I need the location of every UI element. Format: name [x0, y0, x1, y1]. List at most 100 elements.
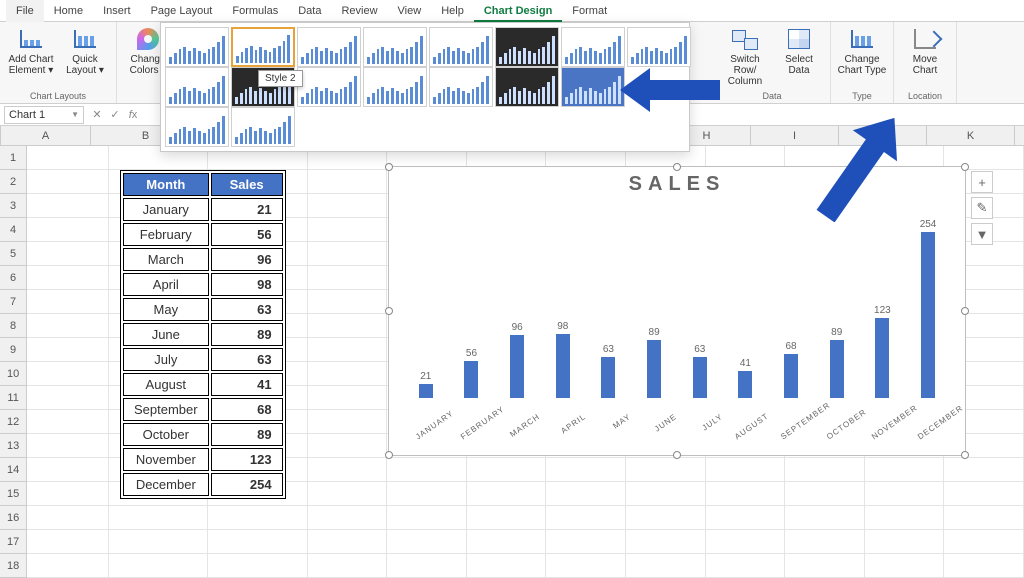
- cell[interactable]: [308, 410, 388, 434]
- cell[interactable]: [308, 290, 388, 314]
- switch-row-column-button[interactable]: Switch Row/ Column: [720, 24, 770, 87]
- name-box[interactable]: Chart 1▼: [4, 106, 84, 124]
- chart-style-thumb-9[interactable]: [165, 67, 229, 107]
- table-row[interactable]: November123: [123, 448, 283, 471]
- cell[interactable]: [308, 242, 388, 266]
- table-row[interactable]: August41: [123, 373, 283, 396]
- cell[interactable]: [27, 266, 108, 290]
- cell[interactable]: [546, 530, 626, 554]
- resize-handle[interactable]: [385, 451, 393, 459]
- cell[interactable]: [467, 530, 547, 554]
- chart-style-thumb-5[interactable]: [429, 27, 493, 67]
- table-row[interactable]: July63: [123, 348, 283, 371]
- column-header-L[interactable]: L: [1015, 126, 1024, 145]
- select-data-button[interactable]: Select Data: [774, 24, 824, 76]
- cell[interactable]: [387, 482, 467, 506]
- chart-bar[interactable]: 56: [452, 348, 490, 398]
- resize-handle[interactable]: [385, 163, 393, 171]
- cell[interactable]: [944, 458, 1024, 482]
- row-header-16[interactable]: 16: [0, 506, 27, 530]
- cell[interactable]: [944, 530, 1024, 554]
- chart-bar[interactable]: 89: [818, 327, 856, 398]
- cell[interactable]: [308, 458, 388, 482]
- cell[interactable]: [546, 482, 626, 506]
- cell[interactable]: [308, 266, 388, 290]
- table-row[interactable]: March96: [123, 248, 283, 271]
- cell[interactable]: [546, 458, 626, 482]
- cell[interactable]: [467, 482, 547, 506]
- table-row[interactable]: September68: [123, 398, 283, 421]
- cell[interactable]: [27, 458, 108, 482]
- row-header-6[interactable]: 6: [0, 266, 27, 290]
- cell[interactable]: [785, 506, 865, 530]
- row-header-7[interactable]: 7: [0, 290, 27, 314]
- chart-bar[interactable]: 21: [407, 371, 445, 398]
- cell[interactable]: [944, 482, 1024, 506]
- row-header-13[interactable]: 13: [0, 434, 27, 458]
- chart-style-thumb-12[interactable]: [363, 67, 427, 107]
- row-header-18[interactable]: 18: [0, 554, 27, 578]
- cell[interactable]: [626, 554, 706, 578]
- cell[interactable]: [626, 530, 706, 554]
- table-row[interactable]: May63: [123, 298, 283, 321]
- cell[interactable]: [865, 506, 945, 530]
- cell[interactable]: [467, 506, 547, 530]
- cell[interactable]: [626, 458, 706, 482]
- cell[interactable]: [706, 506, 786, 530]
- row-header-8[interactable]: 8: [0, 314, 27, 338]
- chart-plot-area[interactable]: 21569698638963416889123254: [403, 198, 951, 398]
- chart-bar[interactable]: 96: [498, 322, 536, 398]
- row-header-3[interactable]: 3: [0, 194, 27, 218]
- column-header-A[interactable]: A: [1, 126, 91, 145]
- menu-tab-format[interactable]: Format: [562, 0, 617, 22]
- chart-style-thumb-4[interactable]: [363, 27, 427, 67]
- cell[interactable]: [467, 458, 547, 482]
- cell[interactable]: [546, 554, 626, 578]
- cell[interactable]: [208, 506, 307, 530]
- cell[interactable]: [467, 554, 547, 578]
- cell[interactable]: [865, 482, 945, 506]
- cell[interactable]: [27, 170, 108, 194]
- chart-styles-button[interactable]: ✎: [971, 197, 993, 219]
- cell[interactable]: [109, 530, 208, 554]
- cell[interactable]: [308, 482, 388, 506]
- chart-style-thumb-1[interactable]: [165, 27, 229, 67]
- menu-tab-help[interactable]: Help: [431, 0, 474, 22]
- chart-bar[interactable]: 89: [635, 327, 673, 398]
- cell[interactable]: [27, 290, 108, 314]
- cell[interactable]: [208, 554, 307, 578]
- row-header-9[interactable]: 9: [0, 338, 27, 362]
- cell[interactable]: [706, 458, 786, 482]
- enter-formula-icon[interactable]: ✓: [106, 108, 124, 121]
- cell[interactable]: [706, 482, 786, 506]
- chart-style-thumb-17[interactable]: [231, 107, 295, 147]
- cell[interactable]: [27, 530, 108, 554]
- chart-style-thumb-14[interactable]: [495, 67, 559, 107]
- chart-bar[interactable]: 68: [772, 341, 810, 398]
- cell[interactable]: [785, 554, 865, 578]
- cell[interactable]: [387, 554, 467, 578]
- chart-bar[interactable]: 63: [589, 344, 627, 398]
- chart-bar[interactable]: 123: [863, 305, 901, 398]
- chart-style-thumb-15[interactable]: [561, 67, 625, 107]
- data-table[interactable]: MonthSales January21February56March96Apr…: [120, 170, 286, 499]
- cell[interactable]: [387, 458, 467, 482]
- cell[interactable]: [109, 554, 208, 578]
- chart-style-thumb-13[interactable]: [429, 67, 493, 107]
- row-header-1[interactable]: 1: [0, 146, 27, 170]
- cell[interactable]: [308, 170, 388, 194]
- cell[interactable]: [785, 458, 865, 482]
- chart-bar[interactable]: 254: [909, 219, 947, 398]
- cell[interactable]: [308, 338, 388, 362]
- column-header-K[interactable]: K: [927, 126, 1015, 145]
- fx-icon[interactable]: fx: [124, 109, 142, 121]
- row-header-5[interactable]: 5: [0, 242, 27, 266]
- menu-tab-review[interactable]: Review: [331, 0, 387, 22]
- chart-style-thumb-11[interactable]: [297, 67, 361, 107]
- cell[interactable]: [785, 482, 865, 506]
- table-row[interactable]: February56: [123, 223, 283, 246]
- cell[interactable]: [706, 530, 786, 554]
- resize-handle[interactable]: [673, 451, 681, 459]
- cell[interactable]: [785, 530, 865, 554]
- resize-handle[interactable]: [961, 307, 969, 315]
